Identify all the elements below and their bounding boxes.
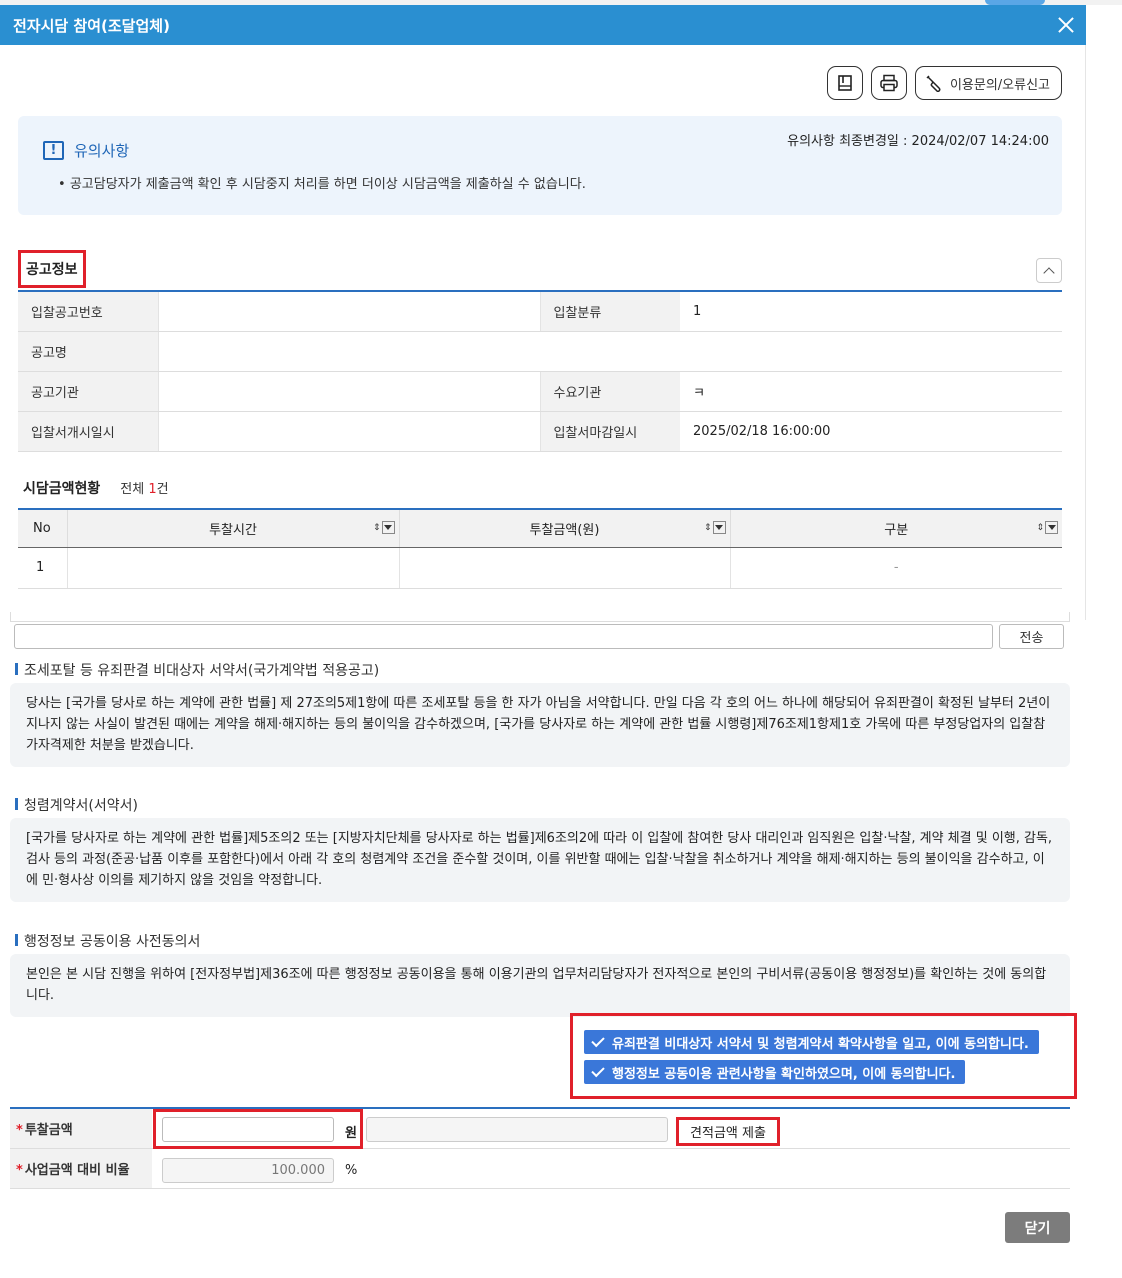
check-icon <box>591 1063 605 1077</box>
pledge-body-integrity: [국가를 당사자로 하는 계약에 관한 법률]제5조의2 또는 [지방자치단체를… <box>10 818 1070 902</box>
submit-quote-button[interactable]: 견적금액 제출 <box>676 1117 780 1146</box>
pledge-title-tax: 조세포탈 등 유죄판결 비대상자 서약서(국가계약법 적용공고) <box>15 660 379 680</box>
info-value <box>157 411 540 452</box>
info-label: 공고기관 <box>18 371 158 412</box>
amount-in-words-field <box>366 1117 668 1142</box>
collapse-button[interactable] <box>1036 258 1062 283</box>
help-report-button[interactable]: 이용문의/오류신고 <box>914 66 1062 100</box>
info-label: 입찰공고번호 <box>18 291 158 332</box>
notice-updated: 유의사항 최종변경일 : 2024/02/07 14:24:00 <box>787 134 1049 149</box>
info-value <box>157 291 540 332</box>
info-label: 입찰서마감일시 <box>539 411 680 452</box>
info-label: 공고명 <box>18 331 158 372</box>
column-header-type[interactable]: 구분 ⇕ <box>729 509 1062 548</box>
currency-unit: 원 <box>345 1126 357 1141</box>
notice-info-table: 입찰공고번호 입찰분류 1 공고명 공고기관 수요기관 ㅋ 입찰서개시일시 입찰… <box>18 290 1062 452</box>
toolbar: 이용문의/오류신고 <box>826 66 1062 100</box>
agree-pledge-label: 유죄판결 비대상자 서약서 및 청렴계약서 확약사항을 일고, 이에 동의합니다… <box>612 1036 1029 1052</box>
bid-count: 전체 1건 <box>120 478 168 497</box>
exclamation-icon: ! <box>43 141 64 160</box>
required-mark: * <box>16 1162 23 1178</box>
sort-icon[interactable]: ⇕ <box>373 521 395 534</box>
column-header-amount[interactable]: 투찰금액(원) ⇕ <box>398 509 730 548</box>
notice-item: • 공고담당자가 제출금액 확인 후 시담중지 처리를 하면 더이상 시담금액을… <box>58 177 586 192</box>
print-button[interactable] <box>870 66 907 100</box>
cell-amount <box>398 547 730 589</box>
bid-amount-input[interactable] <box>162 1117 334 1142</box>
bid-status-table: No 투찰시간 ⇕ 투찰금액(원) ⇕ 구분 ⇕ 1 - <box>18 508 1062 589</box>
pledge-title-integrity: 청렴계약서(서약서) <box>15 795 138 815</box>
bid-count-prefix: 전체 <box>120 482 149 497</box>
filter-dropdown-icon[interactable] <box>712 521 726 534</box>
sort-icon[interactable]: ⇕ <box>704 521 726 534</box>
sort-icon[interactable]: ⇕ <box>1036 521 1058 534</box>
column-header-time[interactable]: 투찰시간 ⇕ <box>66 509 399 548</box>
info-value: 1 <box>680 291 1062 332</box>
check-icon <box>591 1033 605 1047</box>
info-value <box>157 371 540 412</box>
bid-status-title: 시담금액현황 <box>23 481 101 497</box>
panel-bottom-edge <box>10 612 1070 622</box>
info-label: 입찰서개시일시 <box>18 411 158 452</box>
manual-button[interactable] <box>826 66 863 100</box>
pledge-title-admin: 행정정보 공동이용 사전동의서 <box>15 931 200 951</box>
pledge-body-tax: 당사는 [국가를 당사로 하는 계약에 관한 법률] 제 27조의5제1항에 따… <box>10 683 1070 767</box>
bid-count-suffix: 건 <box>156 482 169 497</box>
column-header-label: No <box>33 520 51 536</box>
cell-type: - <box>729 547 1062 589</box>
info-row: 입찰공고번호 입찰분류 1 <box>18 291 1062 332</box>
section-title-text: 공고정보 <box>26 262 78 278</box>
filter-dropdown-icon[interactable] <box>381 521 395 534</box>
notice-title-text: 유의사항 <box>74 142 130 160</box>
info-value: ㅋ <box>680 371 1062 412</box>
info-value <box>157 331 1062 372</box>
table-row[interactable]: 1 - <box>18 547 1062 589</box>
send-button[interactable]: 전송 <box>999 624 1064 649</box>
column-header-no: No <box>18 509 67 548</box>
column-header-label: 투찰시간 <box>209 522 257 538</box>
table-header-row: No 투찰시간 ⇕ 투찰금액(원) ⇕ 구분 ⇕ <box>18 509 1062 548</box>
agree-admin-button[interactable]: 행정정보 공동이용 관련사항을 확인하였으며, 이에 동의합니다. <box>584 1060 966 1084</box>
notice-item-text: 공고담당자가 제출금액 확인 후 시담중지 처리를 하면 더이상 시담금액을 제… <box>69 177 586 192</box>
printer-icon <box>880 74 898 92</box>
book-icon <box>838 75 852 91</box>
info-row: 공고명 <box>18 331 1062 372</box>
column-header-label: 투찰금액(원) <box>529 522 600 538</box>
column-header-label: 구분 <box>884 522 909 538</box>
bid-count-number: 1 <box>148 482 157 497</box>
bid-amount-label-text: 투찰금액 <box>24 1122 73 1138</box>
modal-title-bar: 전자시담 참여(조달업체) <box>0 5 1086 45</box>
message-input[interactable] <box>14 624 993 649</box>
cell-no: 1 <box>18 547 67 589</box>
close-button[interactable]: 닫기 <box>1005 1212 1070 1243</box>
info-label: 입찰분류 <box>539 291 680 332</box>
agree-admin-label: 행정정보 공동이용 관련사항을 확인하였으며, 이에 동의합니다. <box>612 1066 956 1082</box>
ratio-label-text: 사업금액 대비 비율 <box>24 1162 130 1178</box>
modal-title: 전자시담 참여(조달업체) <box>13 16 170 35</box>
notice-title: ! 유의사항 <box>43 140 129 161</box>
info-value: 2025/02/18 16:00:00 <box>680 411 1062 452</box>
wrench-icon <box>926 75 941 92</box>
agree-highlight <box>570 1013 1077 1099</box>
info-row: 공고기관 수요기관 ㅋ <box>18 371 1062 412</box>
modal-border <box>1085 45 1086 620</box>
notice-panel: ! 유의사항 유의사항 최종변경일 : 2024/02/07 14:24:00 … <box>18 116 1062 215</box>
section-title-notice-info: 공고정보 <box>18 250 86 288</box>
percent-unit: % <box>345 1163 358 1178</box>
info-label: 수요기관 <box>539 371 680 412</box>
bid-amount-label: * 투찰금액 <box>10 1108 152 1149</box>
help-report-label: 이용문의/오류신고 <box>949 77 1050 93</box>
close-icon[interactable] <box>1054 13 1078 37</box>
required-mark: * <box>16 1122 23 1138</box>
pledge-body-admin: 본인은 본 시담 진행을 위하여 [전자정부법]제36조에 따른 행정정보 공동… <box>10 954 1070 1017</box>
agree-pledge-button[interactable]: 유죄판결 비대상자 서약서 및 청렴계약서 확약사항을 일고, 이에 동의합니다… <box>584 1030 1039 1054</box>
ratio-label: * 사업금액 대비 비율 <box>10 1148 152 1189</box>
info-row: 입찰서개시일시 입찰서마감일시 2025/02/18 16:00:00 <box>18 411 1062 452</box>
bid-status-header: 시담금액현황 전체 1건 <box>23 478 169 498</box>
cell-time <box>66 547 399 589</box>
filter-dropdown-icon[interactable] <box>1045 521 1058 534</box>
ratio-input: 100.000 <box>162 1158 334 1183</box>
